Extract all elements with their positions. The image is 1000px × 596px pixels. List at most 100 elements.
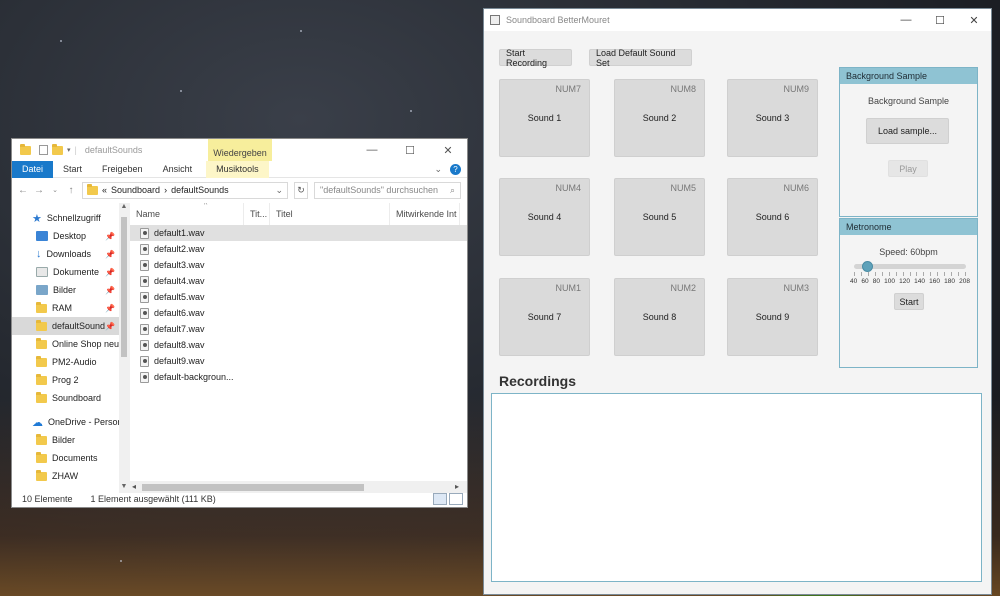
recent-locations-icon[interactable]: ⌄ xyxy=(50,186,60,194)
forward-arrow-icon[interactable]: → xyxy=(34,185,44,196)
maximize-icon[interactable]: ☐ xyxy=(923,9,957,31)
minimize-icon[interactable]: — xyxy=(353,139,391,161)
tab-ansicht[interactable]: Ansicht xyxy=(153,161,203,178)
scroll-up-icon[interactable]: ▲ xyxy=(119,203,129,213)
help-icon[interactable]: ? xyxy=(450,164,461,175)
breadcrumb-defaultsounds[interactable]: defaultSounds xyxy=(171,185,229,195)
column-tit[interactable]: Tit... xyxy=(244,203,270,225)
load-sample-button[interactable]: Load sample... xyxy=(866,118,949,144)
explorer-titlebar[interactable]: ▾ | defaultSounds Wiedergeben — ☐ ✕ xyxy=(12,139,467,161)
close-icon[interactable]: ✕ xyxy=(957,9,991,31)
sound-pad-5[interactable]: NUM5 Sound 5 xyxy=(614,178,705,256)
nav-item-prog2[interactable]: Prog 2 xyxy=(12,371,129,389)
expand-ribbon-icon[interactable]: ⌄ xyxy=(434,164,442,175)
start-recording-button[interactable]: Start Recording xyxy=(499,48,572,68)
nav-item-soundboard[interactable]: Soundboard xyxy=(12,389,129,407)
recordings-list[interactable] xyxy=(491,393,982,582)
file-row[interactable]: default7.wav xyxy=(130,321,467,337)
column-name[interactable]: Name xyxy=(130,203,244,225)
pin-icon: 📌 xyxy=(105,285,115,295)
scroll-thumb[interactable] xyxy=(121,217,127,357)
nav-item-defaultsound[interactable]: defaultSound 📌 xyxy=(12,317,129,335)
pad-label: Sound 5 xyxy=(642,212,677,222)
search-input[interactable]: "defaultSounds" durchsuchen ⌕ xyxy=(314,181,461,199)
file-row[interactable]: default-backgroun... xyxy=(130,369,467,385)
soundboard-window[interactable]: Soundboard BetterMouret — ☐ ✕ Start Reco… xyxy=(483,8,992,595)
sound-pad-8[interactable]: NUM2 Sound 8 xyxy=(614,278,705,356)
sound-pad-6[interactable]: NUM6 Sound 6 xyxy=(727,178,818,256)
file-row[interactable]: default6.wav xyxy=(130,305,467,321)
nav-item-bilder[interactable]: Bilder 📌 xyxy=(12,281,129,299)
metronome-start-button[interactable]: Start xyxy=(894,293,924,310)
audio-file-icon xyxy=(140,307,149,319)
folder-icon xyxy=(36,337,47,349)
soundboard-titlebar[interactable]: Soundboard BetterMouret — ☐ ✕ xyxy=(484,9,991,31)
scroll-thumb[interactable] xyxy=(142,484,364,491)
speed-label: Speed: 60bpm xyxy=(879,247,938,257)
scroll-left-icon[interactable]: ◂ xyxy=(132,482,136,491)
large-icons-view-icon[interactable] xyxy=(449,493,463,505)
nav-quick-access[interactable]: ★ Schnellzugriff xyxy=(12,209,129,227)
sound-pad-9[interactable]: NUM3 Sound 9 xyxy=(727,278,818,356)
address-dropdown-icon[interactable]: ⌄ xyxy=(275,185,283,196)
breadcrumb-separator: › xyxy=(164,185,168,195)
scroll-right-icon[interactable]: ▸ xyxy=(455,482,459,491)
nav-item-zhaw[interactable]: ZHAW xyxy=(12,467,129,485)
nav-label: Online Shop neu xyxy=(52,339,120,349)
sound-pad-4[interactable]: NUM4 Sound 4 xyxy=(499,178,590,256)
slider-thumb[interactable] xyxy=(861,261,873,272)
search-icon: ⌕ xyxy=(449,184,455,195)
file-row[interactable]: default9.wav xyxy=(130,353,467,369)
column-mitwirkende[interactable]: Mitwirkende Int xyxy=(390,203,460,225)
quick-access-dropdown-icon[interactable]: ▾ xyxy=(67,146,71,154)
tick-label: 208 xyxy=(959,278,970,285)
nav-onedrive[interactable]: ☁ OneDrive - Persor xyxy=(12,413,129,431)
properties-icon[interactable] xyxy=(39,145,48,155)
sound-pad-3[interactable]: NUM9 Sound 3 xyxy=(727,79,818,157)
folder-icon xyxy=(36,391,47,403)
refresh-icon[interactable]: ↻ xyxy=(294,181,308,199)
file-row[interactable]: default5.wav xyxy=(130,289,467,305)
context-tab-header[interactable]: Wiedergeben xyxy=(208,139,272,161)
play-button[interactable]: Play xyxy=(888,160,928,177)
address-bar[interactable]: « Soundboard › defaultSounds ⌄ xyxy=(82,181,288,199)
nav-item-downloads[interactable]: ↓ Downloads 📌 xyxy=(12,245,129,263)
nav-item-online-shop[interactable]: Online Shop neu xyxy=(12,335,129,353)
file-explorer-window[interactable]: ▾ | defaultSounds Wiedergeben — ☐ ✕ Date… xyxy=(11,138,468,508)
details-view-icon[interactable] xyxy=(433,493,447,505)
tab-datei[interactable]: Datei xyxy=(12,160,54,178)
nav-item-documents[interactable]: Documents xyxy=(12,449,129,467)
column-titel[interactable]: Titel xyxy=(270,203,390,225)
tab-freigeben[interactable]: Freigeben xyxy=(92,161,153,178)
tick-label: 40 xyxy=(850,278,858,285)
close-icon[interactable]: ✕ xyxy=(429,139,467,161)
sound-pad-7[interactable]: NUM1 Sound 7 xyxy=(499,278,590,356)
back-arrow-icon[interactable]: ← xyxy=(18,185,28,196)
nav-scrollbar[interactable]: ▲ ▼ xyxy=(119,203,129,493)
nav-item-onedrive-bilder[interactable]: Bilder xyxy=(12,431,129,449)
tab-start[interactable]: Start xyxy=(53,161,92,178)
minimize-icon[interactable]: — xyxy=(889,9,923,31)
file-row[interactable]: default1.wav xyxy=(130,225,467,241)
pad-key: NUM1 xyxy=(555,283,581,293)
file-row[interactable]: default8.wav xyxy=(130,337,467,353)
tab-musiktools[interactable]: Musiktools xyxy=(206,160,269,178)
breadcrumb-soundboard[interactable]: Soundboard xyxy=(111,185,160,195)
maximize-icon[interactable]: ☐ xyxy=(391,139,429,161)
nav-item-pm2-audio[interactable]: PM2-Audio xyxy=(12,353,129,371)
audio-file-icon xyxy=(140,339,149,351)
sound-pad-2[interactable]: NUM8 Sound 2 xyxy=(614,79,705,157)
load-default-sound-set-button[interactable]: Load Default Sound Set xyxy=(589,48,692,68)
file-row[interactable]: default2.wav xyxy=(130,241,467,257)
file-row[interactable]: default4.wav xyxy=(130,273,467,289)
nav-item-desktop[interactable]: Desktop 📌 xyxy=(12,227,129,245)
nav-item-ram[interactable]: RAM 📌 xyxy=(12,299,129,317)
nav-label: Dokumente xyxy=(53,267,100,277)
file-row[interactable]: default3.wav xyxy=(130,257,467,273)
nav-item-dokumente[interactable]: Dokumente 📌 xyxy=(12,263,129,281)
file-list: ^ Name Tit... Titel Mitwirkende Int defa… xyxy=(130,203,467,493)
new-folder-icon[interactable] xyxy=(52,143,63,155)
sound-pad-1[interactable]: NUM7 Sound 1 xyxy=(499,79,590,157)
nav-label: Schnellzugriff xyxy=(46,213,101,223)
up-arrow-icon[interactable]: ↑ xyxy=(66,185,76,196)
